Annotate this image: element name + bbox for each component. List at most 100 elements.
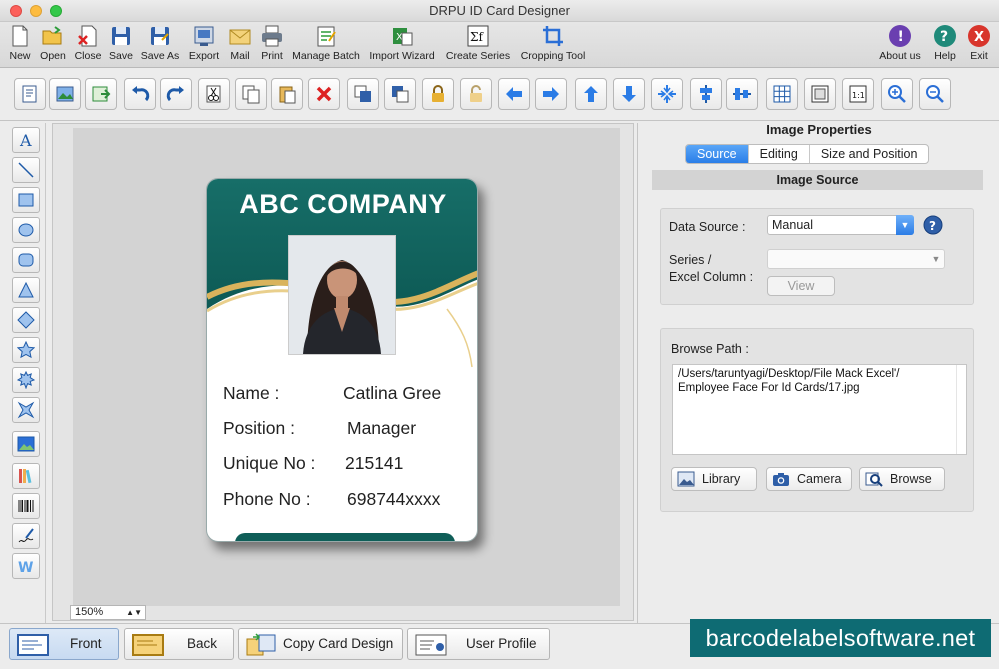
tab-size-and-position[interactable]: Size and Position xyxy=(810,145,929,163)
copy-icon xyxy=(242,85,260,104)
browse-button[interactable]: Browse xyxy=(859,467,945,491)
camera-icon xyxy=(773,473,789,486)
unlock-button[interactable] xyxy=(460,78,492,110)
watermark-tool[interactable]: W xyxy=(12,553,40,579)
window-minimize-button[interactable] xyxy=(30,5,42,17)
new-button[interactable]: New xyxy=(6,24,34,66)
manage-batch-button[interactable]: Manage Batch xyxy=(290,24,362,66)
print-button[interactable]: Print xyxy=(258,24,286,66)
mail-button[interactable]: Mail xyxy=(226,24,254,66)
view-button[interactable]: View xyxy=(767,276,835,296)
rectangle-tool[interactable] xyxy=(12,187,40,213)
back-button[interactable]: Back xyxy=(124,628,234,660)
library-button[interactable]: Library xyxy=(671,467,757,491)
window-maximize-button[interactable] xyxy=(50,5,62,17)
align-horizontal-button[interactable] xyxy=(726,78,758,110)
line-tool[interactable] xyxy=(12,157,40,183)
svg-text:1:1: 1:1 xyxy=(852,91,865,100)
undo-button[interactable] xyxy=(124,78,156,110)
send-back-button[interactable] xyxy=(384,78,416,110)
about-us-button[interactable]: ! About us xyxy=(876,24,924,66)
browse-path-textarea[interactable]: /Users/taruntyagi/Desktop/File Mack Exce… xyxy=(672,364,967,455)
sparkle-tool[interactable] xyxy=(12,397,40,423)
bring-front-button[interactable] xyxy=(347,78,379,110)
zoom-out-button[interactable] xyxy=(919,78,951,110)
redo-button[interactable] xyxy=(160,78,192,110)
zoom-in-button[interactable] xyxy=(881,78,913,110)
barcode-tool[interactable] xyxy=(12,493,40,519)
title-bar: DRPU ID Card Designer xyxy=(0,0,999,22)
data-source-select[interactable]: Manual ▼ xyxy=(767,215,914,235)
id-card[interactable]: ABC COMPANY Name : Catlina Gree Position… xyxy=(206,178,478,542)
move-right-button[interactable] xyxy=(535,78,567,110)
help-icon[interactable]: ? xyxy=(923,215,943,235)
tab-source[interactable]: Source xyxy=(686,145,749,163)
actual-size-button[interactable]: 1:1 xyxy=(842,78,874,110)
data-source-group: Data Source : Manual ▼ ? Series / Excel … xyxy=(660,208,974,305)
import-wizard-button[interactable]: X Import Wizard xyxy=(366,24,438,66)
grid-button[interactable] xyxy=(766,78,798,110)
card-back-icon xyxy=(132,634,164,656)
front-button[interactable]: Front xyxy=(9,628,119,660)
text-tool[interactable]: A xyxy=(12,127,40,153)
close-button[interactable]: Close xyxy=(72,24,104,66)
undo-icon xyxy=(132,86,150,102)
diamond-tool[interactable] xyxy=(12,307,40,333)
background-tool-button[interactable] xyxy=(49,78,81,110)
card-footer xyxy=(235,533,455,541)
exit-button[interactable]: X Exit xyxy=(965,24,993,66)
create-series-button[interactable]: Σf Create Series xyxy=(443,24,513,66)
star-icon xyxy=(17,341,35,359)
triangle-icon xyxy=(18,281,34,298)
cropping-tool-button[interactable]: Cropping Tool xyxy=(517,24,589,66)
triangle-tool[interactable] xyxy=(12,277,40,303)
library-tool[interactable] xyxy=(12,463,40,489)
center-button[interactable] xyxy=(651,78,683,110)
move-up-button[interactable] xyxy=(575,78,607,110)
help-button[interactable]: ? Help xyxy=(931,24,959,66)
user-profile-button[interactable]: User Profile xyxy=(407,628,550,660)
cut-button[interactable] xyxy=(198,78,230,110)
save-as-button[interactable]: Save As xyxy=(139,24,181,66)
move-down-button[interactable] xyxy=(613,78,645,110)
redo-icon xyxy=(166,86,184,102)
open-button[interactable]: Open xyxy=(37,24,69,66)
svg-text:!: ! xyxy=(898,29,904,45)
ruler-button[interactable] xyxy=(804,78,836,110)
import-wizard-icon: X xyxy=(393,28,413,46)
watermark-icon: W xyxy=(18,560,33,575)
picture-tool[interactable] xyxy=(12,431,40,457)
window-close-button[interactable] xyxy=(10,5,22,17)
printer-icon xyxy=(262,25,282,47)
export-button[interactable]: Export xyxy=(186,24,222,66)
tab-editing[interactable]: Editing xyxy=(749,145,810,163)
save-button[interactable]: Save xyxy=(107,24,135,66)
copy-card-design-button[interactable]: Copy Card Design xyxy=(238,628,403,660)
signature-tool[interactable] xyxy=(12,523,40,549)
drawing-tools-bar: A W xyxy=(8,123,46,623)
ellipse-tool[interactable] xyxy=(12,217,40,243)
delete-button[interactable] xyxy=(308,78,340,110)
camera-button[interactable]: Camera xyxy=(766,467,852,491)
sparkle-icon xyxy=(17,401,35,419)
paste-button[interactable] xyxy=(271,78,303,110)
properties-tool-button[interactable] xyxy=(14,78,46,110)
svg-text:?: ? xyxy=(929,219,936,233)
copy-button[interactable] xyxy=(235,78,267,110)
chevron-down-icon: ▼ xyxy=(931,254,941,264)
section-header: Image Source xyxy=(652,170,983,190)
textarea-scrollbar[interactable] xyxy=(956,365,966,454)
align-vertical-button[interactable] xyxy=(690,78,722,110)
zoom-select[interactable]: 150% ▲▼ xyxy=(70,605,146,620)
line-icon xyxy=(18,162,34,178)
center-arrows-icon xyxy=(658,85,676,103)
lock-button[interactable] xyxy=(422,78,454,110)
burst-tool[interactable] xyxy=(12,367,40,393)
card-front-icon xyxy=(17,634,49,656)
employee-photo[interactable] xyxy=(288,235,396,355)
move-left-button[interactable] xyxy=(498,78,530,110)
rounded-rectangle-tool[interactable] xyxy=(12,247,40,273)
star-tool[interactable] xyxy=(12,337,40,363)
series-column-select[interactable]: ▼ xyxy=(767,249,945,269)
import-image-tool-button[interactable] xyxy=(85,78,117,110)
